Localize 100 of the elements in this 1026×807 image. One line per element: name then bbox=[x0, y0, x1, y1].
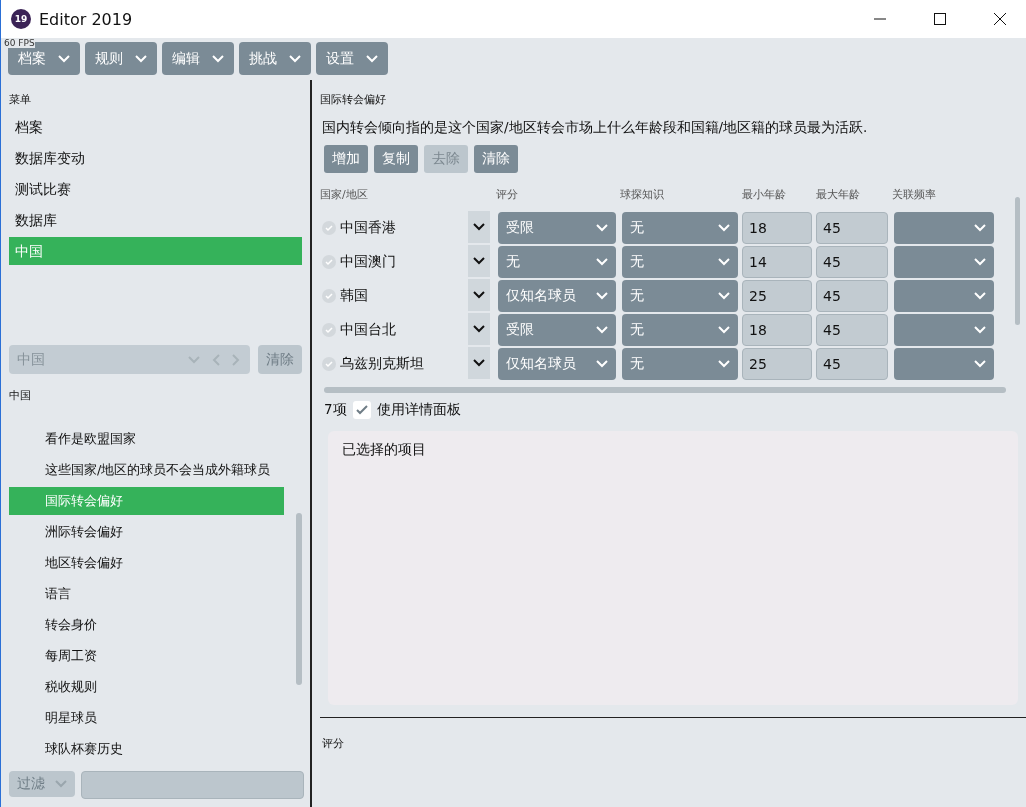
expand-button[interactable] bbox=[468, 245, 490, 277]
frequency-dropdown[interactable] bbox=[894, 212, 994, 244]
column-header: 球探知识 bbox=[620, 187, 665, 203]
submenu-item[interactable]: 球队杯赛历史 bbox=[9, 735, 284, 763]
frequency-dropdown[interactable] bbox=[894, 314, 994, 346]
action-button[interactable]: 清除 bbox=[474, 145, 518, 173]
submenu-item[interactable]: 明星球员 bbox=[9, 704, 284, 732]
menu-button[interactable]: 挑战 bbox=[239, 42, 311, 75]
rating-dropdown[interactable]: 受限 bbox=[498, 314, 616, 346]
submenu-item[interactable]: 转会身价 bbox=[9, 611, 284, 639]
frequency-dropdown[interactable] bbox=[894, 348, 994, 380]
min-age-field[interactable]: 25 bbox=[742, 348, 812, 380]
maximize-icon bbox=[934, 13, 946, 25]
country-cell: 中国香港 bbox=[320, 211, 468, 245]
scout-knowledge-dropdown[interactable]: 无 bbox=[622, 246, 738, 278]
fps-counter: 60 FPS bbox=[4, 38, 35, 48]
min-age-field[interactable]: 18 bbox=[742, 314, 812, 346]
horizontal-scrollbar[interactable] bbox=[324, 387, 1006, 393]
rating-dropdown[interactable]: 无 bbox=[498, 246, 616, 278]
max-age-field[interactable]: 45 bbox=[816, 212, 888, 244]
close-icon bbox=[994, 13, 1006, 25]
submenu-item[interactable]: 洲际转会偏好 bbox=[9, 518, 284, 546]
chevron-down-icon bbox=[188, 355, 200, 364]
chevron-down-icon bbox=[473, 223, 485, 231]
description: 国内转会倾向指的是这个国家/地区转会市场上什么年龄段和国籍/地区籍的球员最为活跃. bbox=[322, 119, 869, 137]
menu-item[interactable]: 数据库变动 bbox=[9, 144, 302, 172]
menu-item[interactable]: 测试比赛 bbox=[9, 175, 302, 203]
checkbox-label: 使用详情面板 bbox=[376, 401, 461, 419]
scrollbar[interactable] bbox=[1015, 197, 1020, 325]
check-circle-icon bbox=[322, 221, 336, 235]
chevron-down-icon bbox=[473, 257, 485, 265]
chevron-down-icon bbox=[366, 54, 378, 63]
chevron-down-icon bbox=[58, 54, 70, 63]
chevron-down-icon bbox=[718, 258, 730, 266]
section-title: 国际转会偏好 bbox=[320, 92, 387, 107]
chevron-down-icon bbox=[974, 326, 986, 334]
scrollbar[interactable] bbox=[296, 513, 302, 685]
expand-button[interactable] bbox=[468, 279, 490, 311]
scout-knowledge-dropdown[interactable]: 无 bbox=[622, 314, 738, 346]
expand-button[interactable] bbox=[468, 347, 490, 379]
chevron-down-icon bbox=[473, 359, 485, 367]
scout-knowledge-dropdown[interactable]: 无 bbox=[622, 348, 738, 380]
country-cell: 中国台北 bbox=[320, 313, 468, 347]
submenu-item[interactable]: 这些国家/地区的球员不会当成外籍球员 bbox=[9, 456, 284, 484]
menu-item[interactable]: 档案 bbox=[9, 113, 302, 141]
rating-dropdown[interactable]: 仅知名球员 bbox=[498, 280, 616, 312]
country-cell: 韩国 bbox=[320, 279, 468, 313]
menu-button[interactable]: 编辑 bbox=[162, 42, 234, 75]
chevron-down-icon bbox=[718, 224, 730, 232]
column-header: 评分 bbox=[496, 187, 519, 203]
chevron-down-icon bbox=[718, 292, 730, 300]
chevron-down-icon bbox=[473, 291, 485, 299]
chevron-down-icon bbox=[718, 326, 730, 334]
rating-dropdown[interactable]: 仅知名球员 bbox=[498, 348, 616, 380]
rating-dropdown[interactable]: 受限 bbox=[498, 212, 616, 244]
frequency-dropdown[interactable] bbox=[894, 246, 994, 278]
chevron-down-icon bbox=[718, 360, 730, 368]
min-age-field[interactable]: 25 bbox=[742, 280, 812, 312]
scout-knowledge-dropdown[interactable]: 无 bbox=[622, 280, 738, 312]
country-cell: 乌兹别克斯坦 bbox=[320, 347, 468, 381]
submenu-item[interactable]: 语言 bbox=[9, 580, 284, 608]
country-cell: 中国澳门 bbox=[320, 245, 468, 279]
chevron-down-icon bbox=[596, 258, 608, 266]
menu-button[interactable]: 设置 bbox=[316, 42, 388, 75]
menu-button[interactable]: 规则 bbox=[85, 42, 157, 75]
chevron-down-icon bbox=[974, 292, 986, 300]
check-circle-icon bbox=[322, 323, 336, 337]
chevron-down-icon bbox=[135, 54, 147, 63]
expand-button[interactable] bbox=[468, 313, 490, 345]
column-header: 国家/地区 bbox=[320, 187, 369, 203]
panel-title: 已选择的项目 bbox=[342, 441, 426, 457]
app-icon: 19 bbox=[11, 9, 31, 29]
column-header: 最小年龄 bbox=[742, 187, 787, 203]
menu-item[interactable]: 数据库 bbox=[9, 206, 302, 234]
action-button[interactable]: 复制 bbox=[374, 145, 418, 173]
max-age-field[interactable]: 45 bbox=[816, 280, 888, 312]
submenu-item[interactable]: 税收规则 bbox=[9, 673, 284, 701]
chevron-down-icon bbox=[55, 780, 67, 788]
column-header: 关联频率 bbox=[892, 187, 937, 203]
expand-button[interactable] bbox=[468, 211, 490, 243]
max-age-field[interactable]: 45 bbox=[816, 314, 888, 346]
minimize-icon bbox=[874, 18, 886, 20]
frequency-dropdown[interactable] bbox=[894, 280, 994, 312]
chevron-down-icon bbox=[289, 54, 301, 63]
checkbox[interactable] bbox=[352, 401, 371, 419]
check-circle-icon bbox=[322, 289, 336, 303]
min-age-field[interactable]: 18 bbox=[742, 212, 812, 244]
max-age-field[interactable]: 45 bbox=[816, 348, 888, 380]
action-button[interactable]: 增加 bbox=[324, 145, 368, 173]
item-count: 7项 bbox=[324, 401, 347, 419]
chevron-down-icon bbox=[596, 224, 608, 232]
filter-field[interactable] bbox=[81, 771, 304, 799]
section-title: 评分 bbox=[322, 736, 345, 751]
max-age-field[interactable]: 45 bbox=[816, 246, 888, 278]
scout-knowledge-dropdown[interactable]: 无 bbox=[622, 212, 738, 244]
submenu-item[interactable]: 每周工资 bbox=[9, 642, 284, 670]
submenu-item[interactable]: 看作是欧盟国家 bbox=[9, 425, 284, 453]
min-age-field[interactable]: 14 bbox=[742, 246, 812, 278]
submenu-item[interactable]: 地区转会偏好 bbox=[9, 549, 284, 577]
chevron-down-icon bbox=[596, 292, 608, 300]
